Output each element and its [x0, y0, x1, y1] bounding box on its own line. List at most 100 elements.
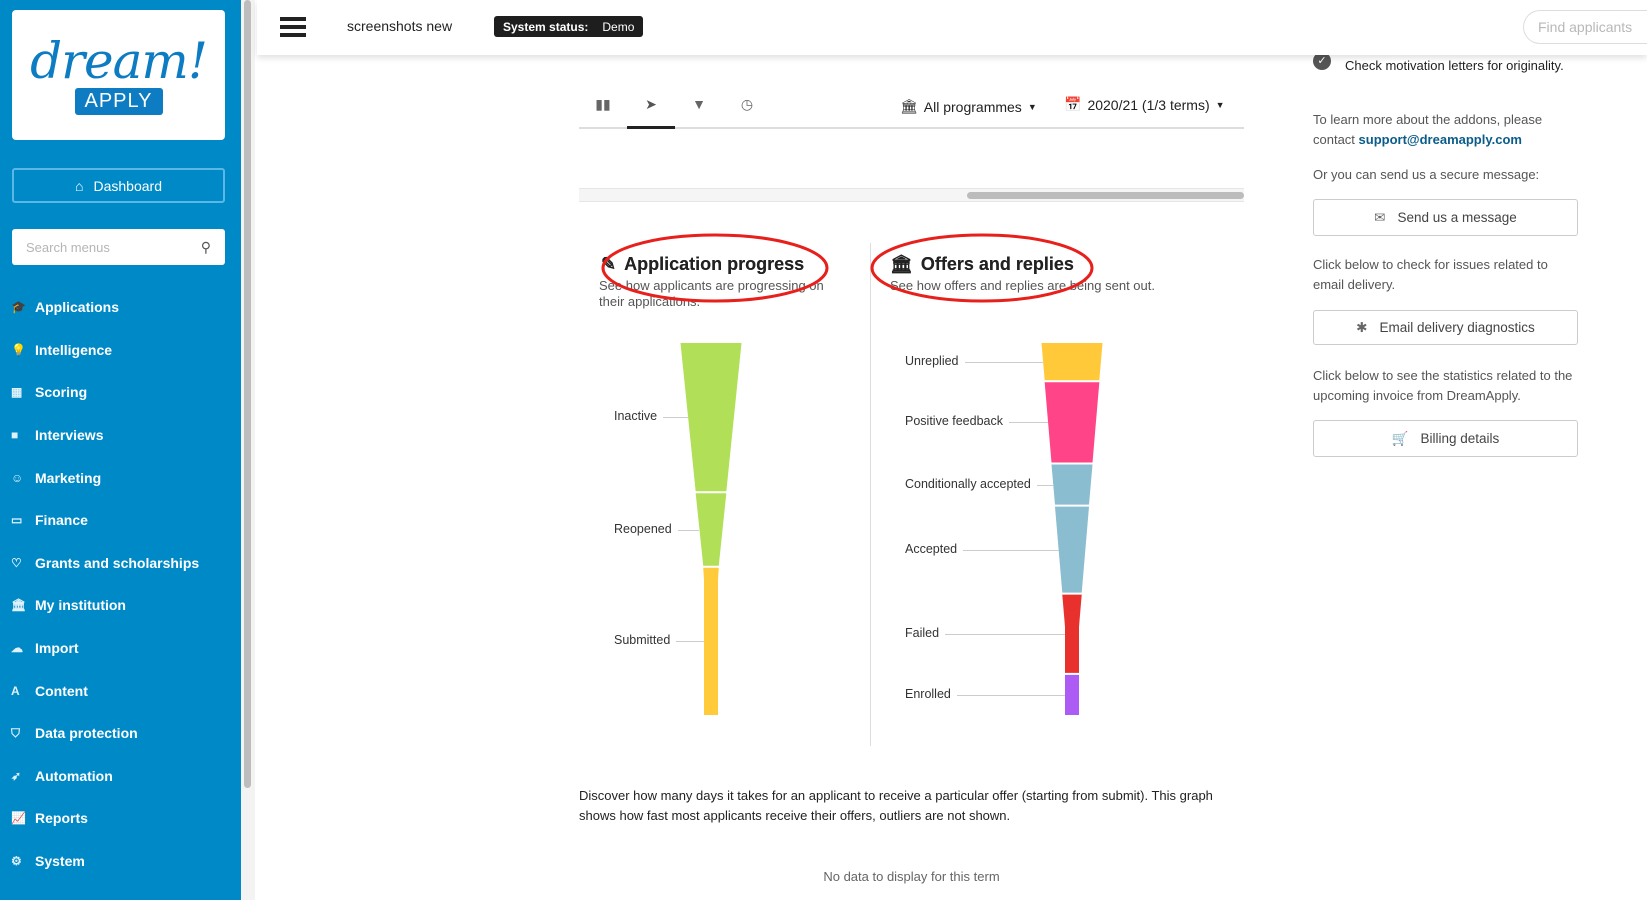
funnel-segment-accepted[interactable]	[1054, 506, 1090, 593]
application-progress-title: ✎ Application progress Application progre…	[601, 254, 804, 275]
sidebar-item-my-institution[interactable]: 🏛 My institution	[0, 584, 241, 627]
gear-icon: ⚙	[11, 854, 22, 869]
dashboard-label: Dashboard	[93, 177, 162, 194]
funnel-label: Conditionally accepted	[905, 476, 1031, 491]
sidebar-item-label: Finance	[35, 512, 88, 529]
funnel-segment-reopened[interactable]	[695, 493, 727, 566]
tab-offers[interactable]: ➤	[627, 96, 675, 129]
secure-message-text: Or you can send us a secure message:	[1313, 167, 1540, 182]
sidebar-scrollbar-thumb[interactable]	[244, 0, 251, 788]
sidebar-item-marketing[interactable]: ☺ Marketing	[0, 456, 241, 499]
institution-icon: 🏛	[890, 254, 913, 274]
programmes-dropdown[interactable]: 🏛 All programmes ▼	[900, 98, 1037, 115]
sidebar-item-label: Content	[35, 682, 88, 699]
shield-icon: ⛉	[11, 725, 21, 740]
sidebar: dream! APPLY ⌂ Dashboard ⚲ 🎓 Applications…	[0, 0, 241, 900]
stats-tabs: ▮▮ ➤ ▼ ◷ 🏛 All programmes ▼ 📅 2020/21 (1/3 …	[579, 90, 1244, 129]
funnel-segment-conditionally-accepted[interactable]	[1051, 464, 1093, 505]
funnel-segment-positive-feedback[interactable]	[1044, 382, 1100, 463]
lightbulb-icon: 💡	[11, 342, 26, 357]
offers-replies-title: 🏛 Offers and replies Offers and replies	[890, 254, 1074, 275]
sidebar-item-label: Interviews	[35, 427, 104, 444]
money-icon: ▭	[11, 513, 23, 528]
cloud-download-icon: ☁	[11, 641, 23, 656]
funnel-leader-line	[678, 529, 700, 531]
funnel-leader-line	[965, 361, 1044, 363]
email-diagnostics-button[interactable]: ✱ Email delivery diagnostics	[1313, 310, 1578, 345]
tab-funnel[interactable]: ▼	[675, 96, 723, 129]
home-icon: ⌂	[75, 177, 84, 194]
top-header: screenshots new System status: Demo	[257, 0, 1647, 55]
sidebar-item-system[interactable]: ⚙ System	[0, 840, 241, 883]
chart-title: Application progress	[624, 254, 805, 274]
heart-icon: ♡	[11, 555, 22, 570]
billing-details-button[interactable]: 🛒 Billing details	[1313, 420, 1578, 457]
sidebar-item-label: Marketing	[35, 469, 102, 486]
funnel-leader-line	[963, 549, 1059, 551]
sidebar-item-applications[interactable]: 🎓 Applications	[0, 286, 241, 329]
system-status-badge: System status: Demo	[494, 16, 644, 37]
dashboard-button[interactable]: ⌂ Dashboard	[12, 168, 225, 203]
support-email-link[interactable]: support@dreamapply.com	[1359, 132, 1522, 147]
sidebar-item-finance[interactable]: ▭ Finance	[0, 499, 241, 542]
funnel-segment-unreplied[interactable]	[1041, 343, 1103, 381]
addon-desc: Check motivation letters for originality…	[1345, 58, 1564, 73]
sidebar-item-scoring[interactable]: ▦ Scoring	[0, 371, 241, 414]
search-menus-input[interactable]	[26, 239, 186, 255]
application-progress-subtitle: See how applicants are progressing on th…	[599, 278, 824, 309]
logo-word: dream!	[30, 31, 208, 90]
sidebar-item-automation[interactable]: ➶ Automation	[0, 755, 241, 798]
horizontal-scrollbar-thumb[interactable]	[967, 192, 1244, 199]
sidebar-item-reports[interactable]: 📈 Reports	[0, 797, 241, 840]
sidebar-item-label: Intelligence	[35, 341, 113, 358]
sidebar-item-grants-and-scholarships[interactable]: ♡ Grants and scholarships	[0, 542, 241, 585]
institution-icon: 🏛	[900, 98, 918, 114]
dreamapply-logo[interactable]: dream! APPLY	[12, 10, 225, 140]
funnel-leader-line	[663, 417, 689, 419]
funnel-label: Enrolled	[905, 686, 951, 701]
send-message-button[interactable]: ✉ Send us a message	[1313, 199, 1578, 236]
sidebar-item-intelligence[interactable]: 💡 Intelligence	[0, 329, 241, 372]
sidebar-item-label: Import	[35, 640, 79, 657]
funnel-segment-enrolled[interactable]	[1065, 674, 1079, 715]
funnel-label: Accepted	[905, 541, 958, 556]
term-value: 2020/21 (1/3 terms)	[1087, 96, 1210, 113]
sidebar-item-content[interactable]: A Content	[0, 669, 241, 712]
sidebar-item-label: My institution	[35, 597, 126, 614]
funnel-label: Unreplied	[905, 353, 959, 368]
funnel-leader-line	[957, 694, 1065, 696]
find-applicants-input[interactable]	[1523, 10, 1647, 44]
search-icon[interactable]: ⚲	[201, 239, 211, 256]
caret-down-icon: ▼	[1027, 101, 1037, 112]
tab-timing[interactable]: ◷	[723, 96, 771, 129]
clock-icon: ◷	[740, 96, 754, 112]
tab-map[interactable]: ▮▮	[579, 96, 627, 129]
sidebar-item-label: Reports	[35, 810, 88, 827]
funnel-label: Inactive	[614, 409, 658, 424]
rocket-icon: ➶	[11, 768, 22, 783]
status-label: System status:	[503, 19, 589, 34]
map-icon: ▮▮	[595, 96, 611, 112]
sidebar-item-data-protection[interactable]: ⛉ Data protection	[0, 712, 241, 755]
sidebar-item-label: Applications	[35, 299, 120, 316]
funnel-segment-inactive[interactable]	[680, 343, 742, 492]
offers-replies-subtitle: See how offers and replies are being sen…	[890, 278, 1155, 293]
funnel-segment-submitted[interactable]	[703, 567, 719, 715]
funnel-segment-failed[interactable]	[1062, 594, 1082, 673]
sidebar-item-label: Scoring	[35, 384, 88, 401]
sidebar-item-label: Grants and scholarships	[35, 554, 200, 571]
sidebar-item-interviews[interactable]: ■ Interviews	[0, 414, 241, 457]
funnel-leader-line	[676, 641, 704, 643]
logo-apply: APPLY	[74, 87, 163, 115]
timing-description: Discover how many days it takes for an a…	[579, 788, 1213, 823]
shopping-cart-icon: 🛒	[1391, 430, 1409, 446]
term-dropdown[interactable]: 📅 2020/21 (1/3 terms) ▼	[1064, 96, 1225, 113]
calendar-icon: 📅	[1064, 96, 1082, 112]
hamburger-menu-icon[interactable]	[280, 17, 306, 37]
sidebar-item-label: System	[35, 853, 85, 870]
horizontal-scrollbar[interactable]	[579, 188, 1244, 202]
sidebar-item-import[interactable]: ☁ Import	[0, 627, 241, 670]
funnel-label: Submitted	[614, 633, 671, 648]
envelope-icon: ✉	[1374, 209, 1386, 225]
institution-icon: 🏛	[11, 598, 27, 613]
